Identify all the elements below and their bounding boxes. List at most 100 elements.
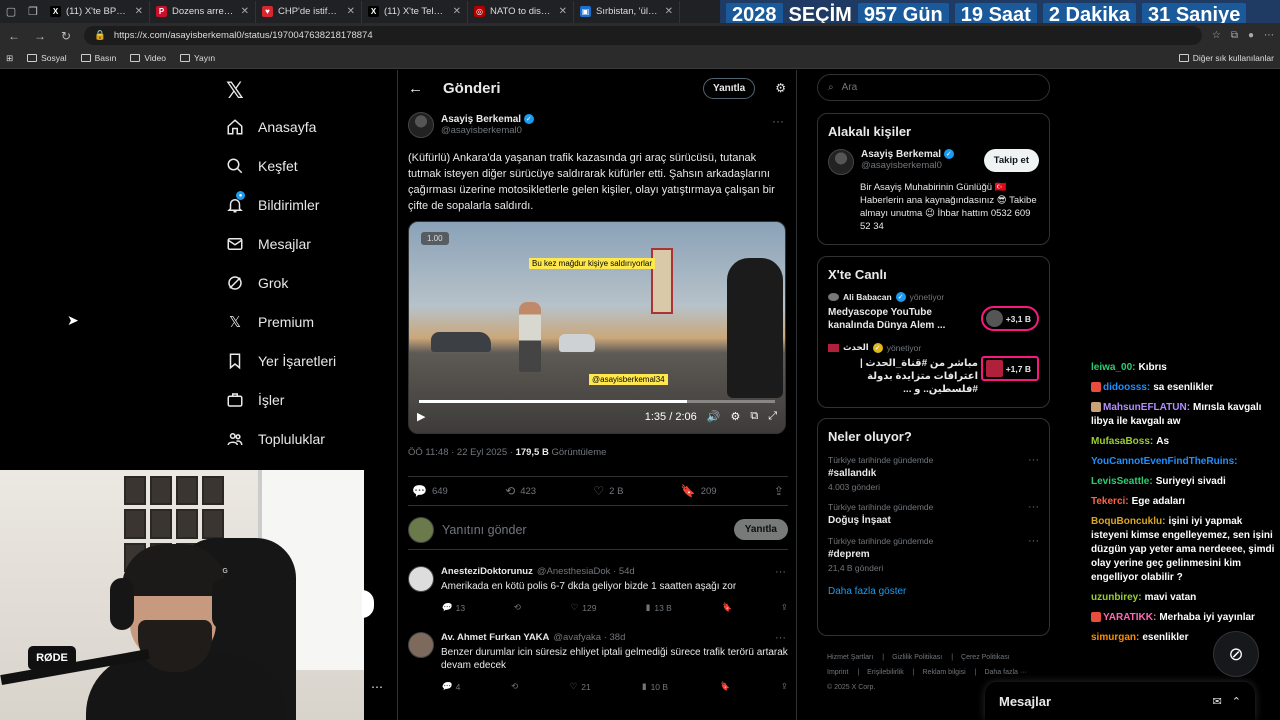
browser-menu-dots-icon[interactable]: ⋯ (1264, 30, 1274, 41)
grok-fab-icon[interactable]: ⊘ (1213, 631, 1259, 677)
url-field[interactable]: 🔒 https://x.com/asayisberkemal0/status/1… (84, 26, 1202, 45)
more-options-icon[interactable]: ··· (1028, 501, 1039, 513)
close-tab-icon[interactable]: ✕ (241, 6, 249, 17)
nav-item-communities[interactable]: Topluluklar (226, 430, 325, 448)
reply-item[interactable]: AnesteziDoktorunuz @AnesthesiaDok · 54d A… (408, 566, 788, 613)
repost-action[interactable]: ⟲ (511, 681, 518, 692)
bookmark-folder[interactable]: Yayın (179, 53, 215, 63)
chat-username[interactable]: MufasaBoss: (1091, 436, 1153, 447)
avatar[interactable] (408, 112, 434, 138)
footer-link[interactable]: Erişilebilirlik (867, 669, 904, 676)
footer-link[interactable]: Daha fazla ··· (984, 669, 1026, 676)
footer-link[interactable]: Reklam bilgisi (923, 669, 966, 676)
nav-item-explore[interactable]: Keşfet (226, 157, 298, 175)
browser-tab[interactable]: ▣ Sırbistan, 'ülkenin ✕ (574, 0, 680, 23)
reply-input[interactable]: Yanıtını gönder (442, 523, 726, 537)
close-tab-icon[interactable]: ✕ (559, 6, 567, 17)
like-action[interactable]: ♡ 129 (571, 602, 597, 613)
chat-username[interactable]: YouCannotEvenFindTheRuins: (1091, 456, 1237, 467)
bookmark-folder[interactable]: Sosyal (27, 53, 67, 63)
close-tab-icon[interactable]: ✕ (347, 6, 355, 17)
reply-action[interactable]: 💬 4 (441, 681, 460, 692)
filter-settings-icon[interactable]: ⚙ (775, 81, 786, 95)
nav-item-home[interactable]: Anasayfa (226, 118, 316, 136)
like-action[interactable]: ♡ 2 B (593, 484, 623, 498)
live-listener-badge[interactable]: +3,1 B (980, 306, 1039, 331)
reply-action[interactable]: 💬 13 (441, 602, 465, 613)
chat-username[interactable]: LevisSeattle: (1091, 476, 1153, 487)
pip-icon[interactable]: ⧉ (750, 410, 758, 423)
footer-link[interactable]: Imprint (827, 669, 848, 676)
more-options-icon[interactable]: ··· (1028, 454, 1039, 466)
show-more-link[interactable]: Daha fazla göster (818, 578, 1049, 607)
more-options-icon[interactable]: ··· (1028, 535, 1039, 547)
repost-action[interactable]: ⟲ 423 (505, 484, 536, 498)
footer-link[interactable]: Hizmet Şartları (827, 654, 873, 661)
close-tab-icon[interactable]: ✕ (665, 6, 673, 17)
post-author[interactable]: Asayiş Berkemal ✓ @asayisberkemal0 (408, 112, 534, 138)
more-options-icon[interactable]: ··· (772, 114, 784, 128)
trend-item[interactable]: Türkiye tarihinde gündemde Doğuş İnşaat … (818, 497, 1049, 531)
scroll-handle[interactable] (362, 590, 374, 618)
video-player[interactable]: 1.00 Bu kez mağdur kişiye saldırıyorlar … (408, 221, 786, 434)
bookmark-add-icon[interactable]: ⊞ (6, 53, 13, 64)
expand-up-icon[interactable]: ⌃ (1232, 695, 1241, 708)
footer-link[interactable]: Gizlilik Politikası (892, 654, 942, 661)
chat-username[interactable]: MahsunEFLATUN: (1103, 402, 1190, 413)
chat-username[interactable]: didoosss: (1103, 382, 1150, 393)
extensions-icon[interactable]: ⧉ (1231, 30, 1238, 41)
views-action[interactable]: ▮ 13 B (646, 602, 672, 613)
browser-menu-icon[interactable]: ▢ (0, 1, 22, 23)
related-person[interactable]: Asayiş Berkemal ✓ @asayisberkemal0 Takip… (818, 145, 1049, 179)
trend-item[interactable]: Türkiye tarihinde gündemde #deprem 21,4 … (818, 531, 1049, 578)
fullscreen-icon[interactable]: ⤢ (768, 410, 777, 423)
more-options-icon[interactable]: ⋯ (371, 680, 383, 694)
nav-item-messages[interactable]: Mesajlar (226, 235, 311, 253)
like-action[interactable]: ♡ 21 (570, 681, 591, 692)
new-message-icon[interactable]: ✉ (1213, 695, 1222, 708)
forward-icon[interactable]: → (32, 29, 48, 43)
bookmark-action[interactable]: 🔖 (719, 681, 730, 692)
avatar[interactable] (408, 632, 434, 658)
reply-action[interactable]: 💬 649 (412, 484, 448, 498)
browser-tab[interactable]: P Dozens arrested a ✕ (150, 0, 256, 23)
trend-item[interactable]: Türkiye tarihinde gündemde #sallandık 4.… (818, 450, 1049, 497)
chat-username[interactable]: uzunbirey: (1091, 592, 1142, 603)
x-logo-icon[interactable]: 𝕏 (226, 78, 244, 104)
reply-header-button[interactable]: Yanıtla (702, 77, 756, 99)
bookmark-action[interactable]: 🔖 209 (681, 484, 717, 498)
reload-icon[interactable]: ↻ (58, 29, 74, 43)
back-icon[interactable]: ← (6, 29, 22, 43)
follow-button[interactable]: Takip et (983, 149, 1039, 172)
browser-tab[interactable]: X (11) X'te BPT: "Cam ✕ (44, 0, 150, 23)
reply-submit-button[interactable]: Yanıtla (733, 519, 788, 540)
chat-username[interactable]: simurgan: (1091, 632, 1139, 643)
nav-item-bookmarks[interactable]: Yer İşaretleri (226, 352, 336, 370)
favorite-star-icon[interactable]: ☆ (1212, 30, 1221, 41)
profile-avatar-icon[interactable]: ● (1248, 30, 1254, 41)
reply-item[interactable]: Av. Ahmet Furkan YAKA @avafyaka · 38d Ben… (408, 632, 788, 692)
settings-icon[interactable]: ⚙ (730, 410, 740, 423)
more-options-icon[interactable]: ··· (775, 632, 786, 644)
messages-dock[interactable]: Mesajlar ✉ ⌃ (985, 682, 1255, 720)
bookmark-action[interactable]: 🔖 (721, 602, 732, 613)
footer-link[interactable]: Çerez Politikası (961, 654, 1010, 661)
avatar[interactable] (828, 149, 854, 175)
other-bookmarks[interactable]: Diğer sık kullanılanlar (1178, 53, 1274, 63)
close-tab-icon[interactable]: ✕ (135, 6, 143, 17)
video-progress-bar[interactable] (419, 400, 775, 403)
close-tab-icon[interactable]: ✕ (453, 6, 461, 17)
volume-icon[interactable]: 🔊 (707, 410, 721, 423)
share-action[interactable]: ⇪ (781, 602, 788, 613)
browser-tab[interactable]: ♥ CHP'de istifa krizi ✕ (256, 0, 362, 23)
browser-tab[interactable]: ◎ NATO to discuss R ✕ (468, 0, 574, 23)
nav-item-grok[interactable]: Grok (226, 274, 288, 292)
bookmark-folder[interactable]: Basın (80, 53, 116, 63)
tab-actions-icon[interactable]: ❐ (22, 1, 44, 23)
views-action[interactable]: ▮ 10 B (642, 681, 668, 692)
nav-item-jobs[interactable]: İşler (226, 391, 284, 409)
browser-tab[interactable]: X (11) X'te Tele1 TV ✕ (362, 0, 468, 23)
chat-username[interactable]: YARATIKK: (1103, 612, 1156, 623)
share-action[interactable]: ⇪ (781, 681, 788, 692)
chat-username[interactable]: BoquBoncuklu: (1091, 516, 1165, 527)
